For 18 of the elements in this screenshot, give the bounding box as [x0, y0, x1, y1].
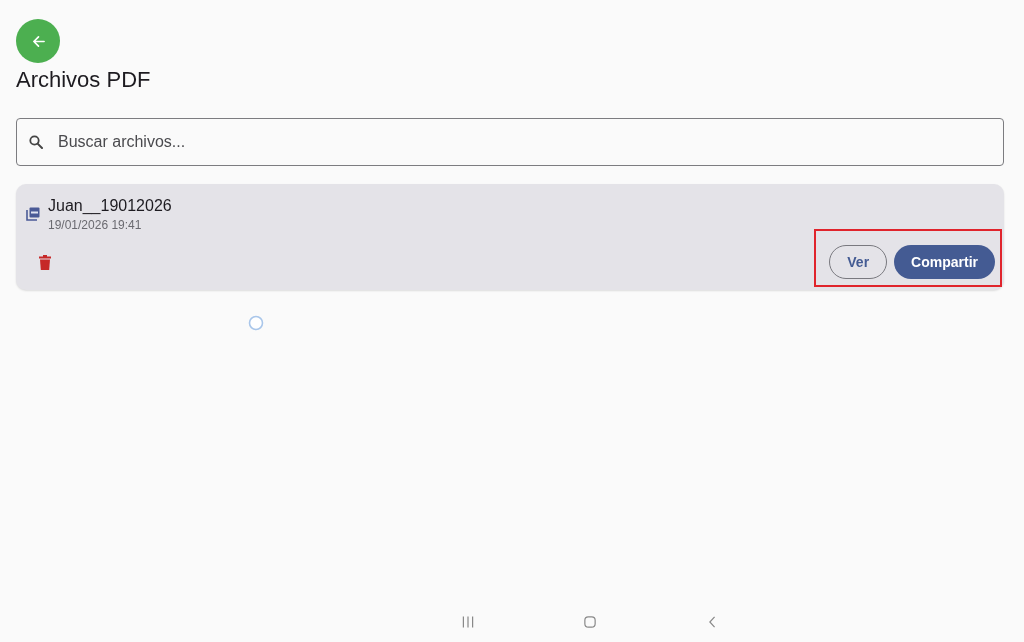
search-field[interactable]: Buscar archivos... [16, 118, 1004, 166]
view-button[interactable]: Ver [829, 245, 888, 279]
file-stack-icon [26, 207, 40, 221]
file-name: Juan__19012026 [48, 196, 172, 216]
recent-apps-button[interactable] [462, 616, 474, 628]
trash-icon [39, 254, 51, 270]
back-chevron-icon [706, 616, 718, 628]
back-nav-button[interactable] [706, 616, 718, 628]
page-title: Archivos PDF [16, 66, 151, 94]
back-button[interactable] [16, 19, 60, 63]
recent-apps-icon [462, 616, 474, 628]
back-arrow-icon [31, 34, 45, 48]
home-button[interactable] [584, 616, 596, 628]
home-icon [584, 616, 596, 628]
file-date: 19/01/2026 19:41 [48, 218, 143, 233]
share-button[interactable]: Compartir [894, 245, 995, 279]
delete-button[interactable] [39, 254, 51, 270]
search-icon [29, 135, 43, 149]
